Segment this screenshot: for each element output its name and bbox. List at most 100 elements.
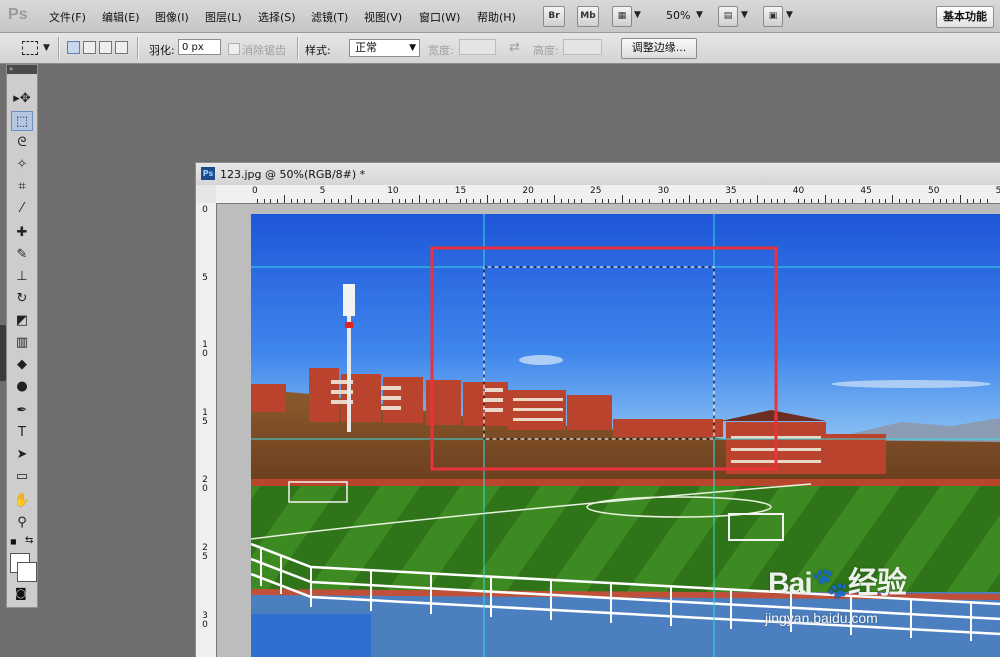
menu-edit[interactable]: 编辑(E) <box>102 9 140 25</box>
antialias-checkbox[interactable] <box>228 43 240 55</box>
ruler-tick <box>804 199 806 203</box>
eraser-tool-icon[interactable]: ◩ <box>11 311 33 331</box>
ruler-tick <box>263 199 265 203</box>
ruler-tick <box>364 199 366 203</box>
ruler-h-label: 5 <box>319 186 326 196</box>
ruler-tick <box>831 199 833 203</box>
ruler-tick <box>642 199 644 203</box>
width-input[interactable] <box>459 39 496 55</box>
zoom-level[interactable]: 50% <box>666 9 690 22</box>
ruler-h-label: 20 <box>522 186 534 196</box>
swap-icon[interactable]: ⇄ <box>509 40 520 55</box>
ruler-tick <box>757 195 758 203</box>
type-tool-icon[interactable]: T <box>11 423 33 443</box>
eyedropper-tool-icon[interactable]: ⁄ <box>11 199 33 219</box>
chevron-down-icon[interactable]: ▼ <box>741 10 748 20</box>
chevron-down-icon[interactable]: ▼ <box>634 10 641 20</box>
crop-tool-icon[interactable]: ⌗ <box>11 177 33 197</box>
marquee-preset-icon[interactable] <box>22 41 38 55</box>
chevron-down-icon[interactable]: ▼ <box>696 10 703 20</box>
ruler-tick <box>885 199 887 203</box>
swap-colors-icon[interactable]: ⇆ <box>25 535 33 546</box>
ruler-tick <box>371 199 373 203</box>
ruler-tick <box>865 199 867 203</box>
refine-edge-button[interactable]: 调整边缘... <box>621 38 697 59</box>
blur-tool-icon[interactable]: ◆ <box>11 355 33 375</box>
ruler-v-label: 10 <box>202 340 208 360</box>
ruler-tick <box>506 199 508 203</box>
menu-layer[interactable]: 图层(L) <box>205 9 242 25</box>
add-selection-mode-button[interactable] <box>83 41 96 54</box>
arrange-documents-icon[interactable]: ▤ <box>718 6 738 27</box>
hand-tool-icon[interactable]: ✋ <box>11 491 33 511</box>
new-selection-mode-button[interactable] <box>67 41 80 54</box>
ruler-tick <box>628 199 630 203</box>
ruler-tick <box>304 199 306 203</box>
subtract-selection-mode-button[interactable] <box>99 41 112 54</box>
quick-mask-icon[interactable]: ◙ <box>15 586 27 600</box>
history-brush-tool-icon[interactable]: ↻ <box>11 289 33 309</box>
ruler-h-label: 35 <box>725 186 737 196</box>
ruler-h-label: 50 <box>928 186 940 196</box>
quick-select-tool-icon[interactable]: ✧ <box>11 155 33 175</box>
menu-image[interactable]: 图像(I) <box>155 9 189 25</box>
ruler-tick <box>567 199 569 203</box>
intersect-selection-mode-button[interactable] <box>115 41 128 54</box>
style-select[interactable]: 正常 ▼ <box>349 39 420 57</box>
brush-tool-icon[interactable]: ✎ <box>11 245 33 265</box>
ruler-tick <box>750 199 752 203</box>
ruler-tick <box>729 199 731 203</box>
workspace-button[interactable]: 基本功能 <box>936 6 994 28</box>
ruler-origin[interactable] <box>196 185 217 204</box>
ruler-tick <box>980 199 982 203</box>
ruler-tick <box>736 199 738 203</box>
ruler-tick <box>540 199 542 203</box>
ruler-tick <box>270 199 272 203</box>
options-bar: ▼ 羽化: 0 px 消除锯齿 样式: 正常 ▼ 宽度: ⇄ 高度: 调整边缘.… <box>0 33 1000 64</box>
background-color-swatch[interactable] <box>17 562 37 582</box>
menu-view[interactable]: 视图(V) <box>364 9 402 25</box>
bridge-button[interactable]: Br <box>543 6 565 27</box>
menu-file[interactable]: 文件(F) <box>49 9 86 25</box>
width-label: 宽度: <box>428 44 454 57</box>
ruler-tick <box>412 199 414 203</box>
ruler-tick <box>696 199 698 203</box>
dodge-tool-icon[interactable]: ● <box>11 377 33 397</box>
ruler-tick <box>702 199 704 203</box>
ruler-tick <box>621 195 623 203</box>
ruler-tick <box>608 199 610 203</box>
gradient-tool-icon[interactable]: ▥ <box>11 333 33 353</box>
lasso-tool-icon[interactable]: ᘓ <box>11 133 33 153</box>
menu-window[interactable]: 窗口(W) <box>419 9 460 25</box>
document-tab[interactable]: Ps 123.jpg @ 50%(RGB/8#) * <box>196 163 1000 186</box>
mini-bridge-button[interactable]: Mb <box>577 6 599 27</box>
path-select-tool-icon[interactable]: ➤ <box>11 445 33 465</box>
pen-tool-icon[interactable]: ✒ <box>11 401 33 421</box>
vertical-ruler[interactable]: 0 5 10 15 20 25 30 <box>196 203 217 657</box>
ruler-tick <box>811 199 813 203</box>
horizontal-ruler[interactable]: 0 5 10 15 20 25 30 35 40 45 50 55 <box>216 185 1000 204</box>
move-tool-icon[interactable]: ▸✥ <box>11 89 33 109</box>
chevron-down-icon[interactable]: ▼ <box>786 10 793 20</box>
menu-select[interactable]: 选择(S) <box>258 9 296 25</box>
panel-expand-icon[interactable]: » <box>7 65 37 74</box>
menu-help[interactable]: 帮助(H) <box>477 9 516 25</box>
ruler-tick <box>784 199 786 203</box>
menu-filter[interactable]: 滤镜(T) <box>311 9 348 25</box>
zoom-tool-icon[interactable]: ⚲ <box>11 513 33 533</box>
ruler-tick <box>662 199 664 203</box>
ruler-tick <box>635 199 637 203</box>
marquee-tool-icon[interactable]: ⬚ <box>11 111 33 131</box>
chevron-down-icon[interactable]: ▼ <box>43 43 50 53</box>
clone-stamp-tool-icon[interactable]: ⊥ <box>11 267 33 287</box>
feather-input[interactable]: 0 px <box>178 39 221 55</box>
extras-view-icon[interactable]: ▦ <box>612 6 632 27</box>
healing-brush-tool-icon[interactable]: ✚ <box>11 223 33 243</box>
ruler-tick <box>290 199 292 203</box>
default-colors-icon[interactable]: ◼ <box>10 537 17 546</box>
ruler-tick <box>939 199 941 203</box>
height-input[interactable] <box>563 39 602 55</box>
ruler-tick <box>331 199 333 203</box>
screen-mode-icon[interactable]: ▣ <box>763 6 783 27</box>
shape-tool-icon[interactable]: ▭ <box>11 467 33 487</box>
